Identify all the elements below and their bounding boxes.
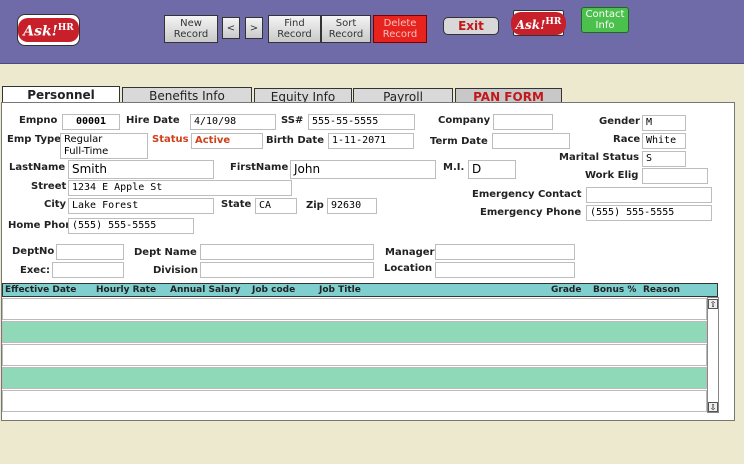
- emergency-phone-field[interactable]: (555) 555-5555: [586, 205, 712, 221]
- sort-record-button[interactable]: Sort Record: [321, 15, 371, 43]
- emp-type-label: Emp Type: [7, 134, 61, 145]
- mi-field[interactable]: D: [468, 160, 516, 179]
- ss-field[interactable]: 555-55-5555: [308, 114, 415, 130]
- emergency-contact-label: Emergency Contact: [472, 189, 582, 200]
- city-label: City: [44, 199, 67, 210]
- exec-label: Exec:: [20, 265, 50, 276]
- race-field[interactable]: White: [642, 133, 686, 149]
- history-row[interactable]: [2, 390, 707, 412]
- division-label: Division: [153, 265, 199, 276]
- ss-label: SS#: [281, 115, 304, 126]
- dept-name-label: Dept Name: [134, 247, 197, 258]
- street-field[interactable]: 1234 E Apple St: [68, 180, 292, 196]
- state-label: State: [221, 199, 252, 210]
- col-grade: Grade: [551, 285, 582, 295]
- gender-field[interactable]: M: [642, 115, 686, 131]
- work-elig-label: Work Elig: [585, 170, 639, 181]
- history-row[interactable]: [2, 321, 707, 343]
- home-phone-field[interactable]: (555) 555-5555: [68, 218, 194, 234]
- work-elig-field[interactable]: [642, 168, 708, 184]
- hire-date-field[interactable]: 4/10/98: [190, 114, 276, 130]
- col-bonus: Bonus %: [593, 285, 637, 295]
- hire-date-label: Hire Date: [126, 115, 180, 126]
- col-annual-salary: Annual Salary: [170, 285, 241, 295]
- street-label: Street: [31, 181, 67, 192]
- exit-button[interactable]: Exit: [443, 17, 499, 35]
- col-job-code: Job code: [252, 285, 296, 295]
- birth-date-label: Birth Date: [266, 135, 324, 146]
- find-record-button[interactable]: Find Record: [268, 15, 321, 43]
- lastname-field[interactable]: Smith: [68, 160, 214, 179]
- mi-label: M.I.: [443, 162, 465, 173]
- firstname-field[interactable]: John: [290, 160, 436, 179]
- col-effective-date: Effective Date: [5, 285, 77, 295]
- zip-field[interactable]: 92630: [327, 198, 377, 214]
- history-scrollbar[interactable]: [707, 297, 719, 413]
- firstname-label: FirstName: [230, 162, 289, 173]
- col-reason: Reason: [643, 285, 681, 295]
- new-record-button[interactable]: New Record: [164, 15, 218, 43]
- history-row[interactable]: [2, 298, 707, 320]
- status-field[interactable]: Active: [191, 133, 263, 149]
- location-label: Location: [384, 263, 433, 274]
- lastname-label: LastName: [9, 162, 66, 173]
- col-job-title: Job Title: [319, 285, 361, 295]
- col-hourly-rate: Hourly Rate: [96, 285, 157, 295]
- term-date-field[interactable]: [492, 133, 570, 149]
- logo-text-small: Ask!HR: [510, 11, 567, 35]
- status-label: Status: [152, 134, 189, 145]
- marital-status-field[interactable]: S: [642, 151, 686, 167]
- empno-label: Empno: [19, 115, 58, 126]
- deptno-field[interactable]: [56, 244, 124, 260]
- manager-field[interactable]: [435, 244, 575, 260]
- delete-record-button[interactable]: Delete Record: [373, 15, 427, 43]
- askhr-logo: Ask!HR: [17, 14, 80, 46]
- manager-label: Manager: [385, 247, 435, 258]
- contact-info-button[interactable]: Contact Info: [581, 7, 629, 33]
- logo-text: Ask!HR: [18, 18, 79, 42]
- history-row[interactable]: [2, 344, 707, 366]
- history-row[interactable]: [2, 367, 707, 389]
- company-label: Company: [438, 115, 491, 126]
- scroll-down-button[interactable]: ⇩: [708, 402, 718, 412]
- race-label: Race: [613, 134, 641, 145]
- emp-type-field[interactable]: Regular Full-Time: [60, 133, 148, 159]
- scroll-up-button[interactable]: ⇧: [708, 299, 718, 309]
- city-field[interactable]: Lake Forest: [68, 198, 214, 214]
- exec-field[interactable]: [52, 262, 124, 278]
- term-date-label: Term Date: [430, 136, 488, 147]
- location-field[interactable]: [435, 262, 575, 278]
- gender-label: Gender: [599, 116, 640, 127]
- zip-label: Zip: [306, 200, 324, 211]
- marital-status-label: Marital Status: [559, 152, 640, 163]
- state-field[interactable]: CA: [255, 198, 297, 214]
- division-field[interactable]: [200, 262, 374, 278]
- dept-name-field[interactable]: [200, 244, 374, 260]
- company-field[interactable]: [493, 114, 553, 130]
- toolbar: Ask!HR New Record < > Find Record Sort R…: [0, 0, 744, 64]
- history-table-header: Effective Date Hourly Rate Annual Salary…: [2, 283, 718, 297]
- askhr-logo-small: Ask!HR: [510, 10, 567, 36]
- emergency-contact-field[interactable]: [586, 187, 712, 203]
- empno-field[interactable]: 00001: [62, 114, 120, 130]
- emergency-phone-label: Emergency Phone: [480, 207, 582, 218]
- birth-date-field[interactable]: 1-11-2071: [328, 133, 414, 149]
- deptno-label: DeptNo: [12, 246, 55, 257]
- previous-record-button[interactable]: <: [222, 17, 240, 39]
- next-record-button[interactable]: >: [245, 17, 263, 39]
